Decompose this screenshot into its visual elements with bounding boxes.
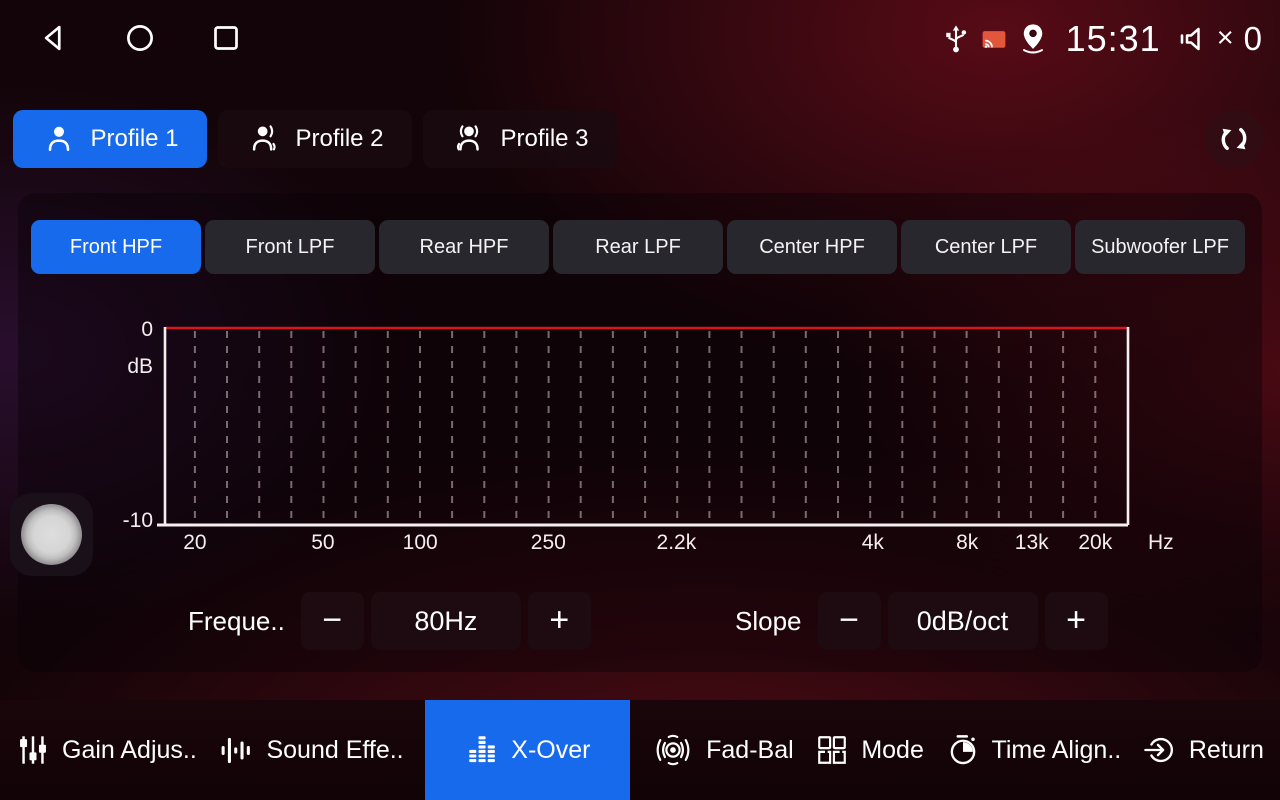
reset-sync-button[interactable]: [1205, 110, 1263, 168]
floating-knob-button[interactable]: [10, 493, 93, 576]
slope-label: Slope: [735, 606, 802, 637]
person-icon: [41, 121, 77, 157]
muted-speaker-icon: [1178, 24, 1206, 54]
cast-status: [980, 25, 1008, 53]
nav-item-label: Fad-Bal: [706, 736, 794, 765]
fad-bal-icon: [652, 733, 694, 767]
svg-text:8k: 8k: [956, 531, 979, 554]
clock: 15:31: [1066, 18, 1161, 60]
home-button[interactable]: [122, 20, 158, 56]
person-waves-icon: [451, 121, 487, 157]
nav-item-gain-adjus[interactable]: Gain Adjus..: [16, 700, 197, 800]
profile-tabs: Profile 1 Profile 2 Profile 3: [13, 110, 617, 168]
usb-status: [941, 24, 971, 54]
nav-item-label: Gain Adjus..: [62, 736, 197, 765]
svg-text:Hz: Hz: [1148, 531, 1174, 554]
stopwatch-icon: [946, 733, 980, 767]
mute-symbol: ×: [1217, 22, 1234, 55]
nav-item-x-over[interactable]: X-Over: [425, 700, 630, 800]
sync-icon: [1215, 120, 1253, 158]
nav-item-sound-effe[interactable]: Sound Effe..: [218, 700, 403, 800]
svg-text:dB: dB: [127, 355, 153, 378]
nav-item-fad-bal[interactable]: Fad-Bal: [652, 700, 794, 800]
filter-tab-front-lpf[interactable]: Front LPF: [205, 220, 375, 274]
svg-text:2.2k: 2.2k: [657, 531, 697, 554]
slope-decrease-button[interactable]: −: [818, 592, 881, 650]
person-wave-icon: [246, 121, 282, 157]
return-arrow-icon: [1143, 733, 1177, 767]
profile-tab-2[interactable]: Profile 2: [218, 110, 412, 168]
nav-item-label: Mode: [861, 736, 924, 765]
nav-item-time-align[interactable]: Time Align..: [946, 700, 1122, 800]
frequency-control: Freque.. − 80Hz +: [188, 592, 591, 650]
profile-tab-1[interactable]: Profile 1: [13, 110, 207, 168]
eq-bars-icon: [465, 733, 499, 767]
mixer-icon: [16, 733, 50, 767]
filter-tab-front-hpf[interactable]: Front HPF: [31, 220, 201, 274]
crossover-filter-tabs: Front HPFFront LPFRear HPFRear LPFCenter…: [31, 220, 1245, 274]
frequency-decrease-button[interactable]: −: [301, 592, 364, 650]
frequency-increase-button[interactable]: +: [528, 592, 591, 650]
nav-item-label: Sound Effe..: [266, 736, 403, 765]
location-status: [1017, 22, 1049, 56]
screen: 15:31 × 0 Profile 1 Profile 2 Profile 3 Fron…: [0, 0, 1280, 800]
svg-text:20k: 20k: [1078, 531, 1112, 554]
nav-item-mode[interactable]: Mode: [815, 700, 924, 800]
svg-text:250: 250: [531, 531, 566, 554]
bottom-nav: Gain Adjus.. Sound Effe.. X-Over Fad-Bal Mod…: [0, 700, 1280, 800]
profile-tab-label: Profile 2: [295, 125, 383, 153]
knob-circle: [21, 504, 82, 565]
slope-value: 0dB/oct: [888, 592, 1038, 650]
frequency-value: 80Hz: [371, 592, 521, 650]
nav-item-label: X-Over: [511, 736, 590, 765]
profile-tab-3[interactable]: Profile 3: [423, 110, 617, 168]
filter-tab-center-hpf[interactable]: Center HPF: [727, 220, 897, 274]
volume-level: 0: [1244, 20, 1262, 58]
status-bar: 15:31 × 0: [941, 12, 1262, 66]
profile-tab-label: Profile 3: [500, 125, 588, 153]
filter-tab-center-lpf[interactable]: Center LPF: [901, 220, 1071, 274]
filter-tab-subwoofer-lpf[interactable]: Subwoofer LPF: [1075, 220, 1245, 274]
svg-text:50: 50: [311, 531, 334, 554]
svg-text:20: 20: [183, 531, 206, 554]
nav-item-label: Time Align..: [992, 736, 1122, 765]
profile-tab-label: Profile 1: [90, 125, 178, 153]
svg-text:13k: 13k: [1015, 531, 1049, 554]
filter-tab-rear-lpf[interactable]: Rear LPF: [553, 220, 723, 274]
main-panel: Front HPFFront LPFRear HPFRear LPFCenter…: [18, 193, 1262, 672]
windows-icon: [815, 733, 849, 767]
nav-item-label: Return: [1189, 736, 1264, 765]
nav-item-return[interactable]: Return: [1143, 700, 1264, 800]
recents-button[interactable]: [208, 20, 244, 56]
frequency-label: Freque..: [188, 606, 285, 637]
svg-text:0: 0: [141, 319, 153, 341]
slope-increase-button[interactable]: +: [1045, 592, 1108, 650]
back-button[interactable]: [36, 20, 72, 56]
waveform-icon: [218, 734, 254, 767]
android-nav-keys: [36, 20, 244, 56]
svg-text:4k: 4k: [862, 531, 885, 554]
slope-control: Slope − 0dB/oct +: [735, 592, 1108, 650]
crossover-chart: 0 -10 dB 20 50 100 250 2.2k 4k 8k 13k 20k Hz: [120, 319, 1180, 557]
svg-text:-10: -10: [123, 509, 153, 532]
svg-text:100: 100: [403, 531, 438, 554]
filter-tab-rear-hpf[interactable]: Rear HPF: [379, 220, 549, 274]
